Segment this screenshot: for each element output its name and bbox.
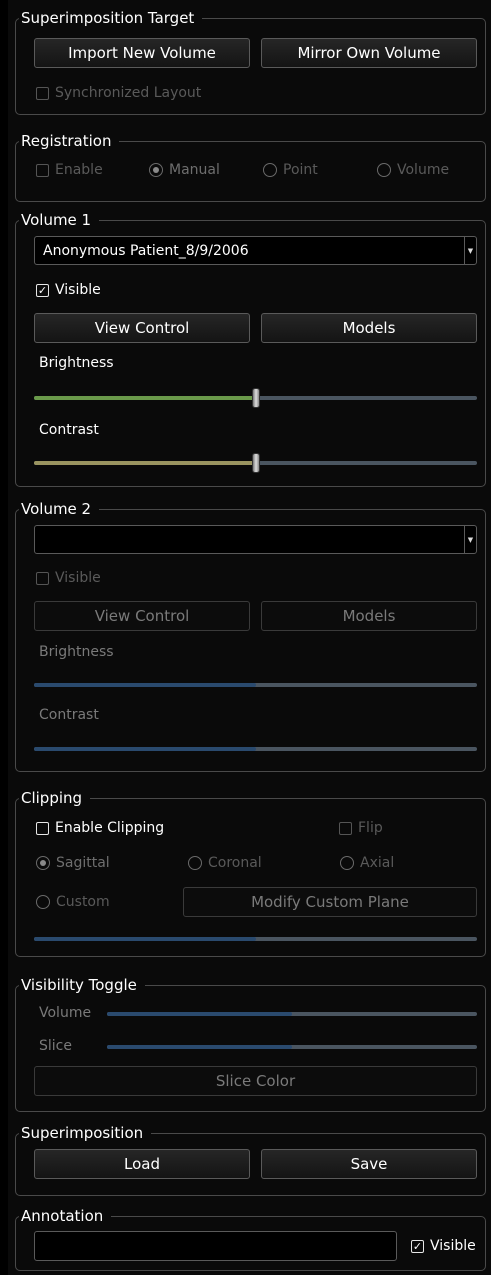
radio-icon (263, 163, 277, 177)
radio-icon (36, 895, 50, 909)
enable-clipping-checkbox[interactable]: Enable Clipping (36, 818, 164, 838)
visibility-toggle-title: Visibility Toggle (19, 976, 145, 994)
registration-enable-label: Enable (55, 162, 103, 178)
flip-checkbox[interactable]: Flip (339, 818, 383, 838)
superimposition-panel: Superimposition Target Import New Volume… (8, 0, 491, 1275)
volume2-title: Volume 2 (19, 500, 100, 518)
modify-custom-plane-button[interactable]: Modify Custom Plane (183, 887, 477, 917)
sagittal-label: Sagittal (56, 855, 110, 871)
volume2-patient-select[interactable]: ▼ (34, 525, 477, 554)
slider-fill (34, 937, 256, 941)
annotation-visible-checkbox[interactable]: ✓ Visible (411, 1236, 476, 1256)
volume2-brightness-slider[interactable] (34, 683, 477, 687)
volume1-brightness-slider[interactable] (34, 388, 477, 408)
sagittal-radio[interactable]: Sagittal (36, 853, 110, 873)
flip-label: Flip (358, 820, 383, 836)
checkbox-icon (36, 571, 49, 585)
volume1-patient-select[interactable]: Anonymous Patient_8/9/2006 ▼ (34, 236, 477, 265)
volume2-contrast-slider[interactable] (34, 747, 477, 751)
volume2-group: Volume 2 ▼ Visible View Control Models B… (15, 500, 486, 772)
annotation-title: Annotation (19, 1207, 112, 1225)
volume1-contrast-label: Contrast (39, 422, 99, 438)
slice-color-button[interactable]: Slice Color (34, 1066, 477, 1096)
clipping-slider[interactable] (34, 937, 477, 941)
custom-label: Custom (56, 894, 110, 910)
mirror-own-volume-button[interactable]: Mirror Own Volume (261, 38, 477, 68)
superimposition-target-group: Superimposition Target Import New Volume… (15, 9, 486, 115)
slider-fill (107, 1012, 292, 1016)
registration-title: Registration (19, 132, 120, 150)
volume2-contrast-label: Contrast (39, 707, 99, 723)
volume1-visible-checkbox[interactable]: ✓ Visible (36, 280, 101, 300)
load-button[interactable]: Load (34, 1149, 250, 1179)
import-new-volume-button[interactable]: Import New Volume (34, 38, 250, 68)
superimposition-group: Superimposition Load Save (15, 1124, 486, 1196)
radio-icon (188, 856, 202, 870)
checkbox-icon (36, 86, 49, 100)
volume1-view-control-button[interactable]: View Control (34, 313, 250, 343)
volume2-visible-label: Visible (55, 570, 101, 586)
chevron-down-icon[interactable]: ▼ (464, 237, 476, 264)
annotation-input[interactable] (34, 1231, 397, 1261)
slider-fill (34, 747, 256, 751)
slider-fill (34, 461, 256, 465)
registration-manual-label: Manual (169, 162, 220, 178)
volume2-visible-checkbox[interactable]: Visible (36, 568, 101, 588)
volume1-visible-label: Visible (55, 282, 101, 298)
checkbox-icon (36, 163, 49, 177)
slider-fill (34, 683, 256, 687)
slice-visibility-slider[interactable] (107, 1045, 477, 1049)
registration-volume-radio[interactable]: Volume (377, 160, 449, 180)
radio-icon (340, 856, 354, 870)
clipping-title: Clipping (19, 789, 91, 807)
clipping-group: Clipping Enable Clipping Flip Sagittal C… (15, 789, 486, 957)
registration-enable-checkbox[interactable]: Enable (36, 160, 103, 180)
volume1-title: Volume 1 (19, 211, 100, 229)
checkmark-icon: ✓ (36, 283, 49, 297)
axial-label: Axial (360, 855, 395, 871)
radio-selected-icon (149, 163, 163, 177)
registration-manual-radio[interactable]: Manual (149, 160, 220, 180)
chevron-down-icon[interactable]: ▼ (464, 526, 476, 553)
slider-fill (34, 396, 256, 400)
axial-radio[interactable]: Axial (340, 853, 394, 873)
save-button[interactable]: Save (261, 1149, 477, 1179)
volume1-brightness-label: Brightness (39, 355, 114, 371)
volume1-contrast-slider[interactable] (34, 453, 477, 473)
slider-handle[interactable] (251, 388, 260, 408)
annotation-group: Annotation ✓ Visible (15, 1207, 486, 1271)
radio-selected-icon (36, 856, 50, 870)
synchronized-layout-checkbox[interactable]: Synchronized Layout (36, 83, 201, 103)
checkbox-icon (36, 821, 49, 835)
slider-fill (107, 1045, 292, 1049)
volume2-brightness-label: Brightness (39, 644, 114, 660)
custom-radio[interactable]: Custom (36, 892, 110, 912)
volume2-models-button[interactable]: Models (261, 601, 477, 631)
registration-group: Registration Enable Manual Point Volume (15, 132, 486, 202)
annotation-visible-label: Visible (430, 1238, 476, 1254)
registration-volume-label: Volume (397, 162, 450, 178)
slider-handle[interactable] (251, 453, 260, 473)
registration-point-label: Point (283, 162, 318, 178)
checkbox-icon (339, 821, 352, 835)
visibility-toggle-group: Visibility Toggle Volume Slice Slice Col… (15, 976, 486, 1112)
volume1-group: Volume 1 Anonymous Patient_8/9/2006 ▼ ✓ … (15, 211, 486, 487)
coronal-label: Coronal (208, 855, 262, 871)
coronal-radio[interactable]: Coronal (188, 853, 262, 873)
volume1-patient-value: Anonymous Patient_8/9/2006 (43, 242, 249, 259)
checkmark-icon: ✓ (411, 1239, 424, 1253)
synchronized-layout-label: Synchronized Layout (55, 85, 202, 101)
volume-toggle-label: Volume (39, 1005, 92, 1021)
superimposition-title: Superimposition (19, 1124, 152, 1142)
superimposition-target-title: Superimposition Target (19, 9, 203, 27)
slice-toggle-label: Slice (39, 1038, 72, 1054)
volume-visibility-slider[interactable] (107, 1012, 477, 1016)
volume1-models-button[interactable]: Models (261, 313, 477, 343)
enable-clipping-label: Enable Clipping (55, 820, 165, 836)
volume2-view-control-button[interactable]: View Control (34, 601, 250, 631)
radio-icon (377, 163, 391, 177)
registration-point-radio[interactable]: Point (263, 160, 318, 180)
